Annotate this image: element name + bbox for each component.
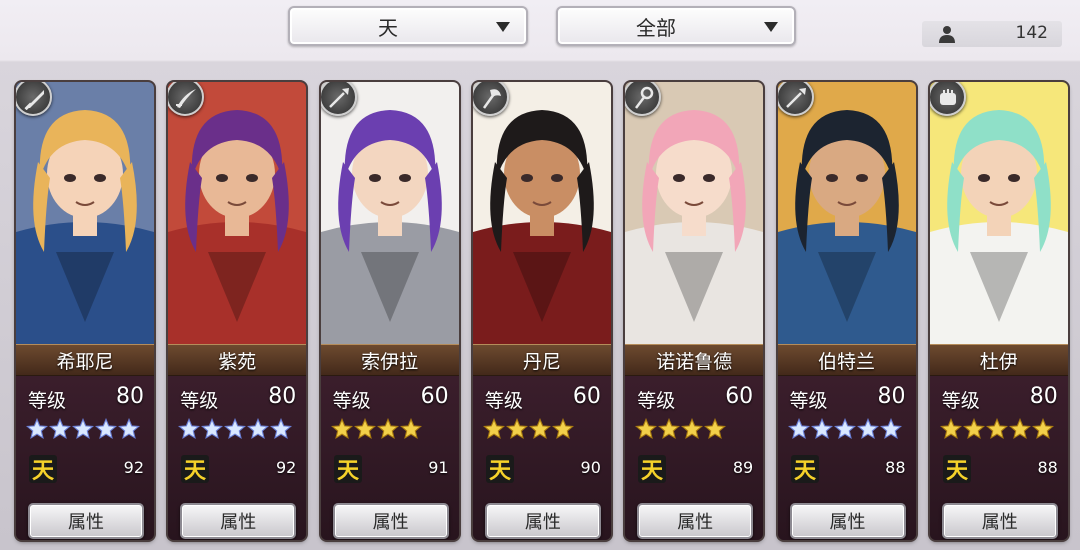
level-value: 80 — [116, 384, 144, 409]
category-filter-value: 全部 — [636, 15, 676, 40]
character-stats: 等级 80 天 92 属性 — [168, 376, 307, 540]
level-value: 80 — [877, 384, 906, 409]
character-card[interactable]: 丹尼等级 60 天 90 属性 — [472, 82, 611, 540]
rank-filter-dropdown[interactable]: 天 — [288, 6, 528, 46]
unit-count: 142 — [1015, 23, 1048, 43]
level-label: 等级 — [332, 390, 371, 412]
character-stats: 等级 80 天 92 属性 — [16, 376, 154, 540]
category-filter-dropdown[interactable]: 全部 — [556, 6, 796, 46]
character-stats: 等级 80 天 88 属性 — [929, 376, 1068, 540]
level-value: 60 — [725, 384, 754, 409]
star-rating — [939, 418, 1054, 440]
character-card-list: 希耶尼等级 80 天 92 属性 紫苑等级 80 天 92 属性 索伊拉等级 60 天 91 属性 丹尼等级 6… — [0, 62, 1080, 550]
power-value: 88 — [1037, 458, 1058, 477]
character-card[interactable]: 希耶尼等级 80 天 92 属性 — [16, 82, 154, 540]
character-name: 紫苑 — [168, 344, 307, 376]
svg-text:天: 天 — [337, 459, 360, 484]
level-label: 等级 — [941, 390, 980, 412]
tian-rank-icon: 天 — [29, 455, 57, 484]
tian-rank-icon: 天 — [942, 455, 971, 484]
character-stats: 等级 60 天 90 属性 — [472, 376, 611, 540]
power-value: 92 — [275, 458, 297, 477]
top-bar: 天 全部 142 — [0, 0, 1080, 62]
tian-rank-icon: 天 — [485, 455, 514, 484]
attributes-button[interactable]: 属性 — [180, 503, 297, 539]
star-rating — [635, 418, 727, 440]
character-card[interactable]: 伯特兰等级 80 天 88 属性 — [777, 82, 916, 540]
character-portrait — [168, 82, 307, 344]
attributes-button[interactable]: 属性 — [789, 503, 906, 539]
star-rating — [178, 418, 293, 440]
power-value: 89 — [732, 458, 754, 477]
character-portrait — [16, 82, 154, 344]
tian-rank-icon: 天 — [333, 455, 362, 484]
star-rating — [330, 418, 422, 440]
character-portrait — [929, 82, 1068, 344]
level-value: 60 — [420, 384, 449, 409]
attributes-button[interactable]: 属性 — [332, 503, 449, 539]
character-name: 诺诺鲁德 — [625, 344, 764, 376]
character-portrait — [320, 82, 459, 344]
character-portrait — [777, 82, 916, 344]
character-card[interactable]: 杜伊等级 80 天 88 属性 — [929, 82, 1068, 540]
character-card[interactable]: 紫苑等级 80 天 92 属性 — [168, 82, 307, 540]
rank-filter-value: 天 — [378, 15, 398, 40]
power-value: 88 — [885, 458, 906, 477]
character-name: 杜伊 — [929, 344, 1068, 376]
person-icon — [939, 26, 955, 43]
attributes-button[interactable]: 属性 — [637, 503, 754, 539]
level-label: 等级 — [180, 390, 219, 412]
character-stats: 等级 60 天 91 属性 — [320, 376, 459, 540]
character-stats: 等级 60 天 89 属性 — [625, 376, 764, 540]
character-card[interactable]: 诺诺鲁德等级 60 天 89 属性 — [625, 82, 764, 540]
tian-rank-icon: 天 — [181, 455, 210, 484]
character-name: 丹尼 — [472, 344, 611, 376]
svg-text:天: 天 — [489, 459, 512, 484]
level-value: 80 — [268, 384, 297, 409]
power-value: 92 — [123, 458, 144, 477]
character-stats: 等级 80 天 88 属性 — [777, 376, 916, 540]
level-value: 80 — [1029, 384, 1058, 409]
tian-rank-icon: 天 — [790, 455, 819, 484]
svg-text:天: 天 — [946, 459, 969, 484]
attributes-button[interactable]: 属性 — [28, 503, 144, 539]
character-name: 索伊拉 — [320, 344, 459, 376]
character-portrait — [472, 82, 611, 344]
unit-counter: 142 — [922, 21, 1062, 47]
attributes-button[interactable]: 属性 — [941, 503, 1058, 539]
svg-text:天: 天 — [793, 459, 816, 484]
power-value: 90 — [580, 458, 601, 477]
level-label: 等级 — [789, 390, 828, 412]
character-name: 希耶尼 — [16, 344, 154, 376]
level-value: 60 — [572, 384, 601, 409]
star-rating — [482, 418, 574, 440]
star-rating — [787, 418, 902, 440]
attributes-button[interactable]: 属性 — [484, 503, 601, 539]
star-rating — [26, 418, 140, 440]
svg-text:天: 天 — [184, 459, 207, 484]
character-card[interactable]: 索伊拉等级 60 天 91 属性 — [320, 82, 459, 540]
level-label: 等级 — [28, 390, 67, 412]
chevron-down-icon — [496, 22, 510, 32]
svg-text:天: 天 — [32, 459, 55, 484]
character-name: 伯特兰 — [777, 344, 916, 376]
level-label: 等级 — [637, 390, 676, 412]
level-label: 等级 — [484, 390, 523, 412]
character-portrait — [625, 82, 764, 344]
tian-rank-icon: 天 — [638, 455, 667, 484]
svg-text:天: 天 — [641, 459, 664, 484]
power-value: 91 — [428, 458, 449, 477]
chevron-down-icon — [764, 22, 778, 32]
